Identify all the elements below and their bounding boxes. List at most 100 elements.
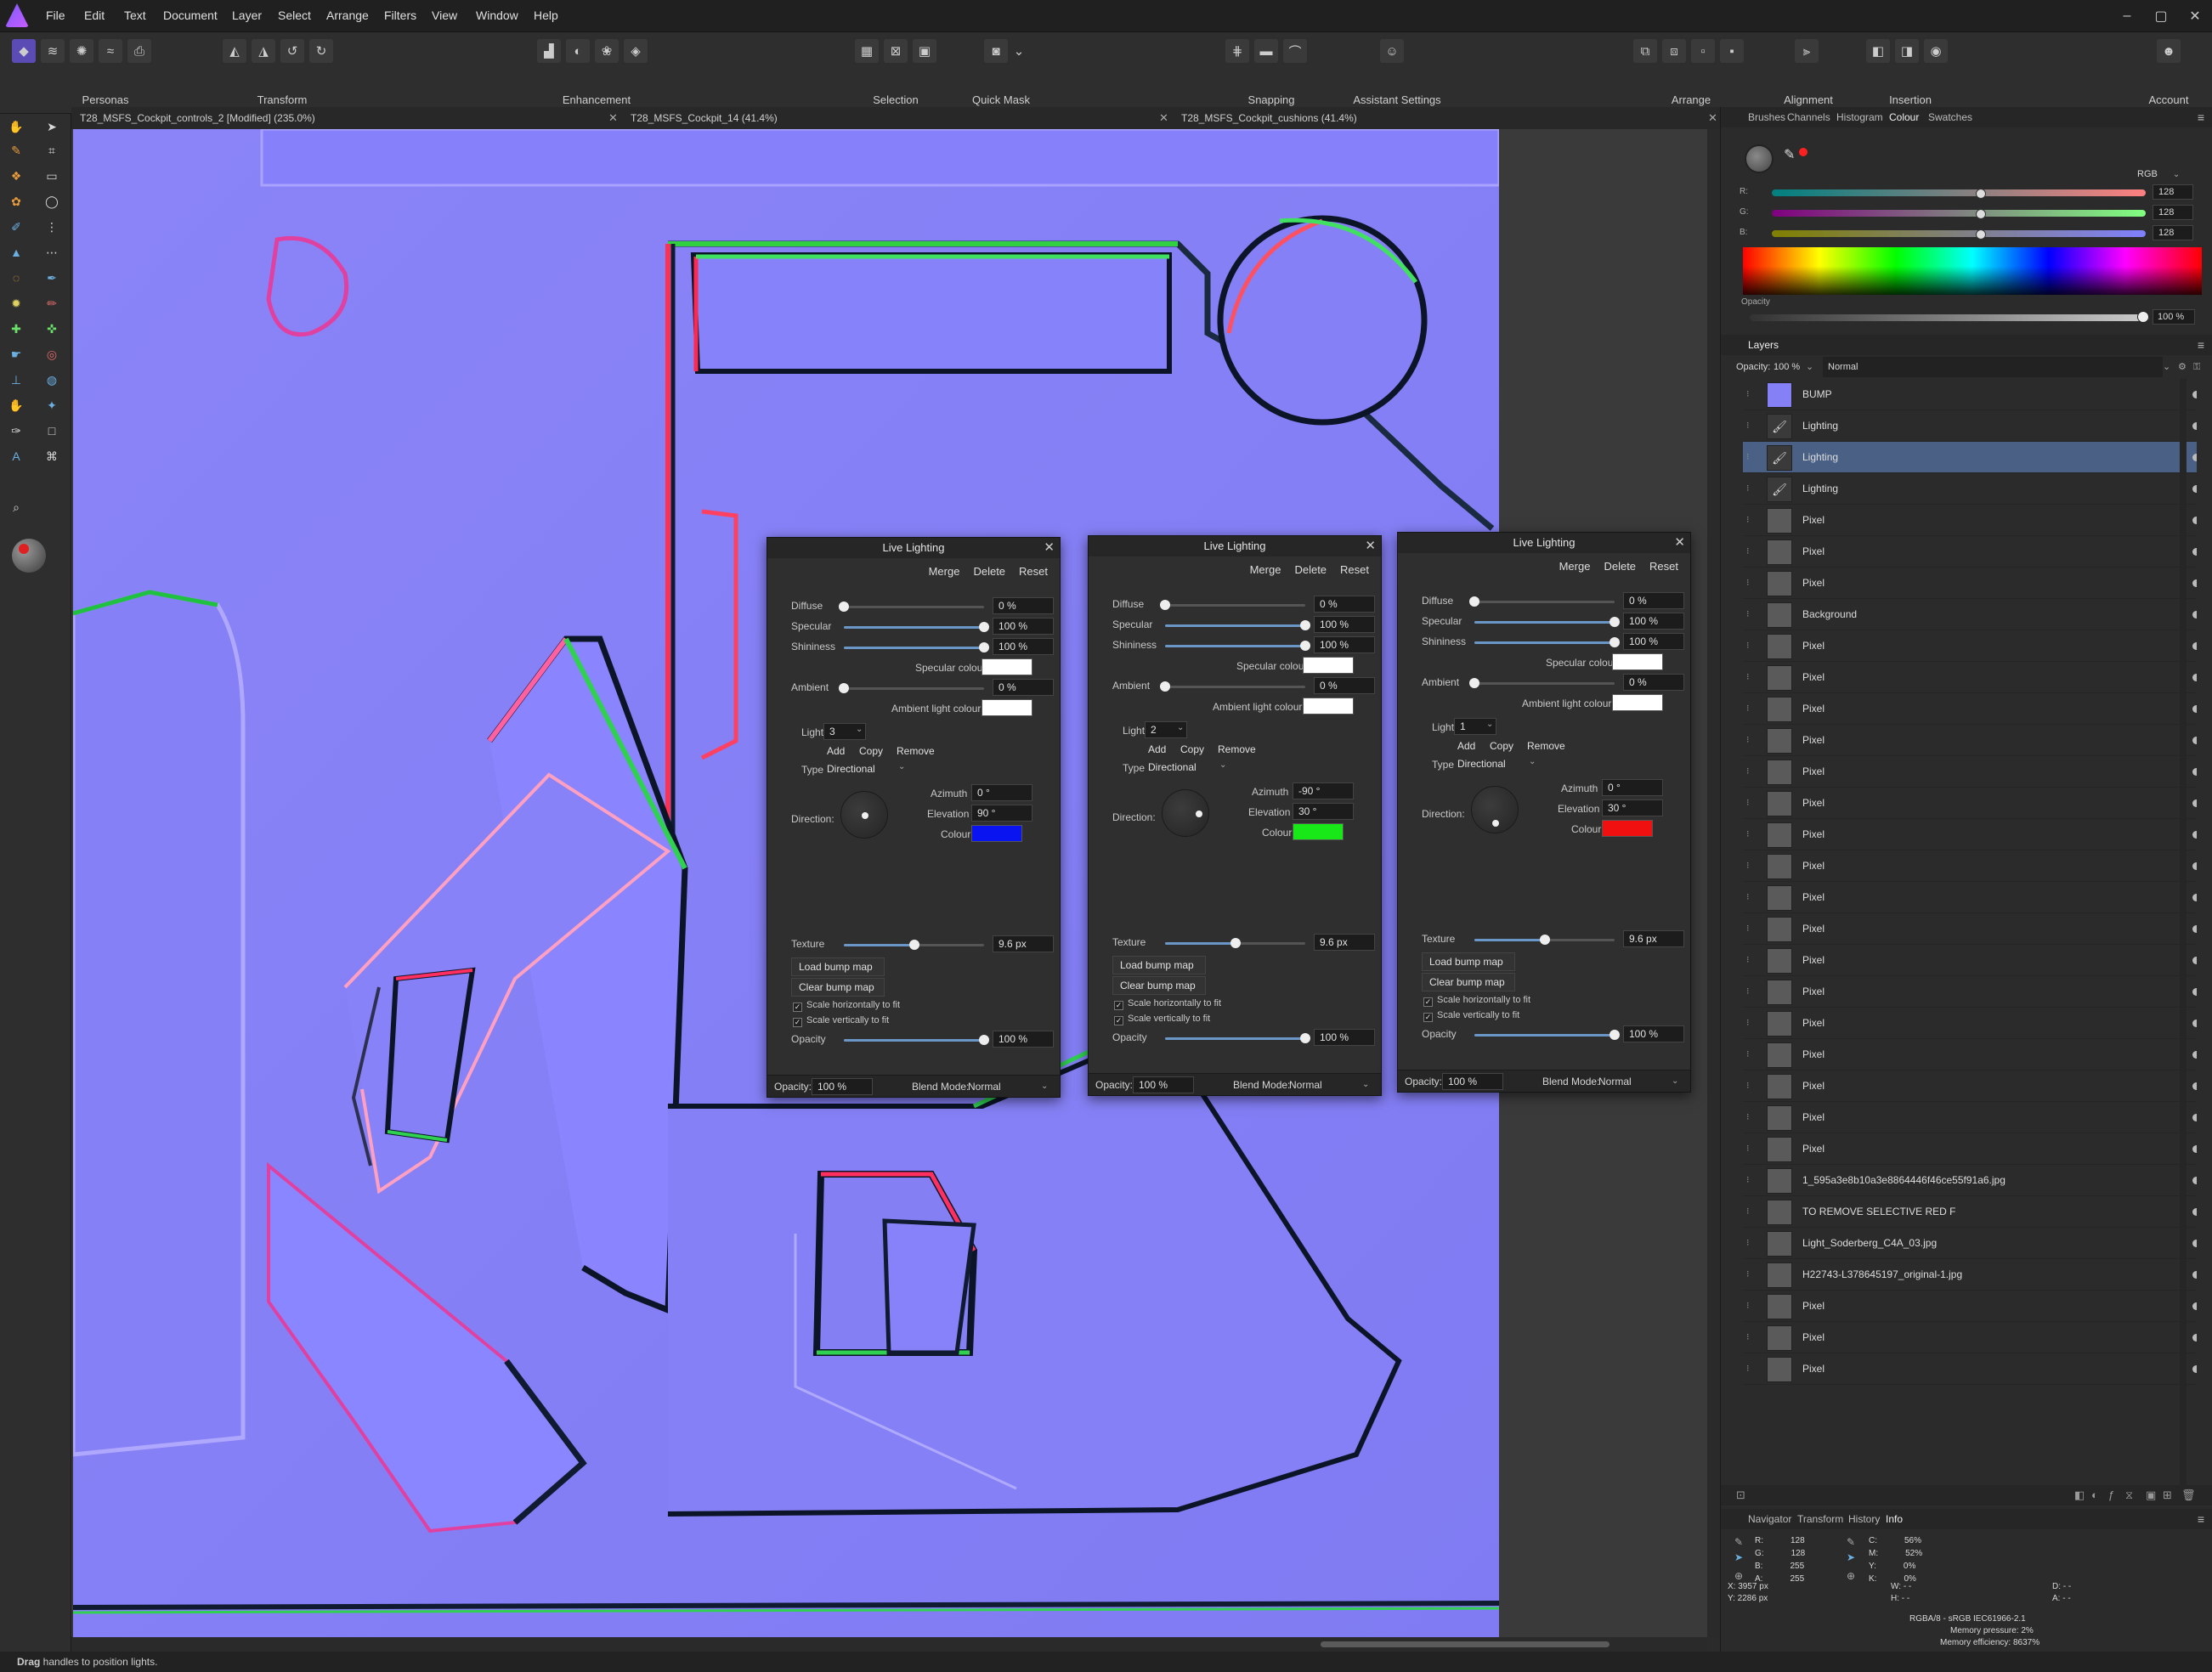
- texture-field[interactable]: 9.6 px: [1314, 934, 1375, 951]
- colour-spectrum[interactable]: [1743, 247, 2202, 295]
- photo-persona-icon[interactable]: ◆: [12, 39, 36, 63]
- tab-channels[interactable]: Channels: [1787, 107, 1830, 127]
- close-icon[interactable]: ✕: [2178, 0, 2212, 32]
- rotate-left-icon[interactable]: ↺: [280, 39, 304, 63]
- specular-colour-swatch[interactable]: [982, 658, 1032, 675]
- flip-vertical-icon[interactable]: ◮: [252, 39, 275, 63]
- scale-horizontally-checkbox[interactable]: ✓ Scale horizontally to fit: [793, 1000, 900, 1012]
- visibility-icon[interactable]: [2192, 894, 2197, 901]
- panel-menu-icon[interactable]: ≡: [2198, 107, 2204, 127]
- live-filter-icon[interactable]: ⧖: [2125, 1488, 2133, 1502]
- ambient-field[interactable]: 0 %: [1314, 677, 1375, 694]
- texture-field[interactable]: 9.6 px: [993, 935, 1054, 952]
- drag-handle-icon[interactable]: ⁝: [1746, 1331, 1750, 1342]
- footer-opacity-field[interactable]: 100 %: [1442, 1073, 1503, 1090]
- layer-row[interactable]: ⁝ Pixel: [1743, 850, 2197, 882]
- mesh-warp-icon[interactable]: ⌘: [41, 445, 63, 467]
- red-slider[interactable]: [1772, 189, 2146, 199]
- visibility-icon[interactable]: [2192, 485, 2197, 493]
- diffuse-field[interactable]: 0 %: [1623, 592, 1684, 609]
- ambient-slider[interactable]: [839, 683, 984, 693]
- colour-picker-tool-icon[interactable]: ✎: [5, 139, 27, 161]
- texture-field[interactable]: 9.6 px: [1623, 930, 1684, 947]
- drag-handle-icon[interactable]: ⁝: [1746, 986, 1750, 997]
- shininess-slider[interactable]: [1165, 641, 1310, 651]
- menu-arrange[interactable]: Arrange: [326, 8, 369, 22]
- layer-row[interactable]: ⁝ Pixel: [1743, 1353, 2197, 1385]
- clear-bump-map-button[interactable]: Clear bump map: [791, 978, 885, 997]
- layer-row[interactable]: ⁝ TO REMOVE SELECTIVE RED F: [1743, 1196, 2197, 1228]
- specular-field[interactable]: 100 %: [993, 618, 1054, 635]
- scale-horizontally-checkbox[interactable]: ✓ Scale horizontally to fit: [1423, 995, 1530, 1007]
- maximize-icon[interactable]: ▢: [2144, 0, 2178, 32]
- visibility-icon[interactable]: [2192, 674, 2197, 681]
- visibility-icon[interactable]: [2192, 799, 2197, 807]
- layer-row[interactable]: ⁝ Light_Soderberg_C4A_03.jpg: [1743, 1228, 2197, 1259]
- direction-handle[interactable]: [862, 812, 868, 819]
- dodge-tool-icon[interactable]: ✹: [5, 292, 27, 314]
- colour-model-dropdown[interactable]: RGB ⌄: [2120, 167, 2197, 182]
- drag-handle-icon[interactable]: ⁝: [1746, 703, 1750, 714]
- delete-button[interactable]: Delete: [1294, 563, 1327, 576]
- view-tool-icon[interactable]: ✋: [5, 116, 27, 138]
- blue-slider[interactable]: [1772, 229, 2146, 240]
- menu-select[interactable]: Select: [278, 8, 311, 22]
- delete-button[interactable]: Delete: [973, 565, 1005, 578]
- drag-handle-icon[interactable]: ⁝: [1746, 420, 1750, 431]
- reset-button[interactable]: Reset: [1019, 565, 1048, 578]
- text-tool-icon[interactable]: A: [5, 445, 27, 467]
- menu-filters[interactable]: Filters: [384, 8, 416, 22]
- menu-document[interactable]: Document: [163, 8, 218, 22]
- scale-horizontally-checkbox[interactable]: ✓ Scale horizontally to fit: [1114, 998, 1221, 1010]
- elevation-field[interactable]: 90 °: [971, 805, 1032, 822]
- layer-row[interactable]: ⁝ Pixel: [1743, 693, 2197, 725]
- visibility-icon[interactable]: [2192, 1334, 2197, 1342]
- remove-light-button[interactable]: Remove: [897, 745, 935, 757]
- colour-opacity-knob[interactable]: [2137, 311, 2149, 323]
- panel-menu-icon[interactable]: ≡: [2198, 335, 2204, 355]
- visibility-icon[interactable]: [2192, 391, 2197, 398]
- close-icon[interactable]: ✕: [1044, 538, 1055, 558]
- colour-sampler-icon[interactable]: ✎: [1734, 1536, 1743, 1548]
- scale-vertically-checkbox[interactable]: ✓ Scale vertically to fit: [1114, 1014, 1210, 1025]
- pointer-icon[interactable]: ➤: [1734, 1551, 1743, 1563]
- ambient-field[interactable]: 0 %: [993, 679, 1054, 696]
- rect-marquee-icon[interactable]: ▭: [41, 165, 63, 187]
- footer-opacity-field[interactable]: 100 %: [812, 1078, 873, 1095]
- adjustment-icon[interactable]: ◐: [2091, 1488, 2098, 1501]
- visibility-icon[interactable]: [2192, 737, 2197, 744]
- horizontal-scroll-thumb[interactable]: [1321, 1641, 1609, 1647]
- layer-row[interactable]: ⁝ Pixel: [1743, 725, 2197, 756]
- reset-button[interactable]: Reset: [1340, 563, 1369, 576]
- blend-mode-dropdown[interactable]: Normal: [1598, 1070, 1632, 1093]
- tab-histogram[interactable]: Histogram: [1836, 107, 1883, 127]
- develop-persona-icon[interactable]: ✺: [70, 39, 93, 63]
- mask-icon[interactable]: ◧: [2074, 1488, 2085, 1502]
- layer-row[interactable]: ⁝ 🖌 Lighting: [1743, 442, 2197, 473]
- snap-magnet-icon[interactable]: ⌒: [1283, 39, 1307, 63]
- specular-field[interactable]: 100 %: [1314, 616, 1375, 633]
- layer-blend-dropdown[interactable]: Normal: [1823, 357, 2163, 377]
- visibility-icon[interactable]: [2192, 1365, 2197, 1373]
- assistant-icon[interactable]: ☺: [1380, 39, 1404, 63]
- select-all-icon[interactable]: ▦: [855, 39, 879, 63]
- snapping-options-icon[interactable]: ▬: [1254, 39, 1278, 63]
- tab-layers[interactable]: Layers: [1748, 335, 1779, 355]
- azimuth-field[interactable]: 0 °: [1602, 779, 1663, 796]
- layer-opacity-field[interactable]: 100 %: [1774, 357, 1800, 377]
- copy-light-button[interactable]: Copy: [1490, 740, 1513, 752]
- tab-brushes[interactable]: Brushes: [1748, 107, 1785, 127]
- insert-behind-icon[interactable]: ◧: [1866, 39, 1890, 63]
- add-light-button[interactable]: Add: [1457, 740, 1475, 752]
- pixel-tool-icon[interactable]: ✒: [41, 267, 63, 289]
- layer-row[interactable]: ⁝ Background: [1743, 599, 2197, 630]
- sponge-tool-icon[interactable]: ✦: [41, 394, 63, 416]
- gear-icon[interactable]: ⚙: [2178, 357, 2187, 377]
- red-eye-tool-icon[interactable]: ◎: [41, 343, 63, 365]
- ambient-field[interactable]: 0 %: [1623, 674, 1684, 691]
- drag-handle-icon[interactable]: ⁝: [1746, 483, 1750, 494]
- drag-handle-icon[interactable]: ⁝: [1746, 891, 1750, 902]
- elevation-field[interactable]: 30 °: [1602, 799, 1663, 816]
- move-back-one-icon[interactable]: ⧈: [1662, 39, 1686, 63]
- direction-dial[interactable]: [840, 791, 888, 839]
